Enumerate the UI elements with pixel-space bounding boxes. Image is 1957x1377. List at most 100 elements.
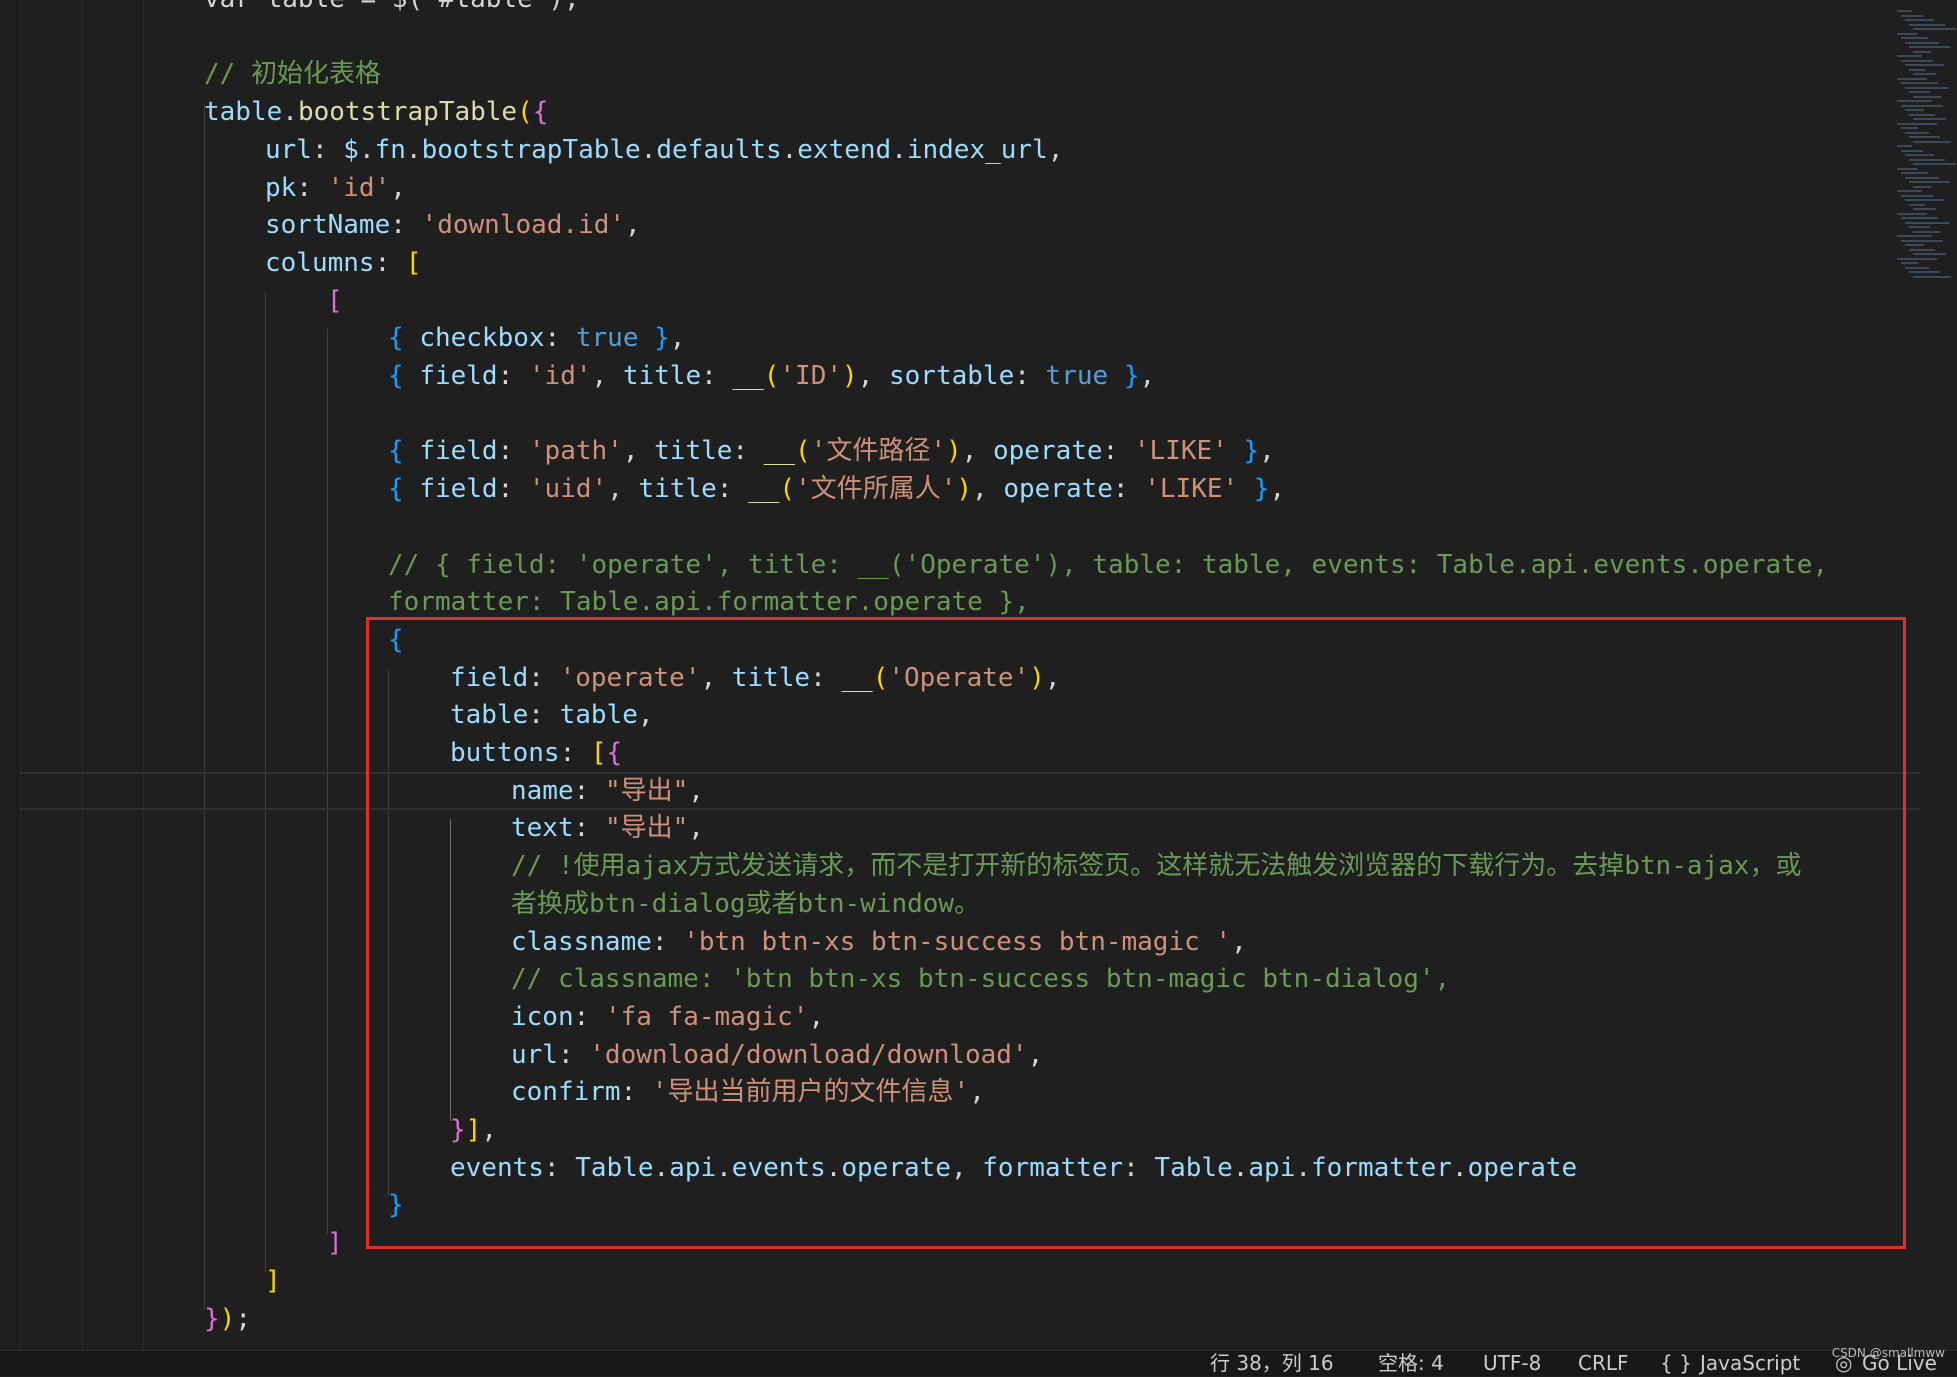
code-token: '文件路径' <box>810 436 947 467</box>
code-line[interactable]: { field: 'path', title: __('文件路径'), oper… <box>388 432 1275 470</box>
encoding-setting[interactable]: UTF-8 <box>1483 1349 1541 1377</box>
code-token: $ <box>343 134 359 165</box>
code-token: : <box>732 436 764 467</box>
code-token: { <box>532 97 549 128</box>
code-token: , <box>607 474 639 505</box>
minimap-line <box>1897 257 1937 260</box>
code-token: pk <box>265 172 297 203</box>
code-line[interactable]: table.bootstrapTable({ <box>204 93 548 131</box>
code-token: defaults <box>656 134 782 165</box>
cursor-position[interactable]: 行 38，列 16 <box>1210 1349 1334 1377</box>
code-token: var table = $("#table"); <box>204 0 580 14</box>
minimap-line <box>1909 271 1940 273</box>
code-token: . <box>891 134 907 165</box>
language-braces-icon: { } <box>1660 1351 1692 1375</box>
minimap-line <box>1897 212 1927 215</box>
code-line[interactable]: sortName: 'download.id', <box>265 206 641 244</box>
indent-guide-level2 <box>143 0 144 1350</box>
code-token: : <box>544 323 576 354</box>
code-line[interactable]: }); <box>204 1300 251 1338</box>
indentation-setting[interactable]: 空格: 4 <box>1378 1349 1444 1377</box>
code-line[interactable]: { checkbox: true }, <box>388 319 685 357</box>
code-token: : <box>1112 474 1145 505</box>
code-token: fn <box>374 134 406 165</box>
code-token: index_url <box>906 134 1048 165</box>
minimap-line <box>1913 50 1931 53</box>
code-line[interactable]: columns: [ <box>265 244 422 282</box>
minimap-line <box>1905 86 1949 89</box>
code-token: , <box>961 436 993 467</box>
code-token: operate <box>992 436 1103 467</box>
code-token: , <box>669 323 686 354</box>
code-token: formatter: Table.api.formatter.operate }… <box>388 587 1030 618</box>
code-line[interactable]: // { field: 'operate', title: __('Operat… <box>388 546 1828 584</box>
code-line[interactable]: ] <box>265 1262 281 1300</box>
code-token: 'LIKE' <box>1144 474 1239 505</box>
code-token: { <box>388 323 420 354</box>
minimap-line <box>1905 176 1939 179</box>
minimap[interactable] <box>1887 0 1957 300</box>
code-token: : <box>497 474 529 505</box>
code-token: { <box>388 436 420 467</box>
code-token: columns <box>265 247 375 278</box>
minimap-line <box>1905 199 1944 201</box>
code-token: // 初始化表格 <box>204 59 381 90</box>
watermark: CSDN @smallmww <box>1831 1346 1945 1360</box>
minimap-line <box>1901 59 1933 62</box>
code-token: : <box>497 361 529 391</box>
code-token: url <box>265 134 312 165</box>
language-mode[interactable]: JavaScript <box>1700 1349 1800 1377</box>
indent-guide-root <box>20 0 21 1350</box>
code-token: { <box>388 361 420 391</box>
minimap-line <box>1913 253 1946 255</box>
minimap-line <box>1897 145 1912 147</box>
code-token: : <box>1014 361 1046 391</box>
code-token: : <box>701 361 733 391</box>
status-bar: 行 38，列 16 空格: 4 UTF-8 CRLF { } JavaScrip… <box>0 1350 1957 1376</box>
code-token: true <box>1045 361 1109 391</box>
code-token: } <box>638 323 670 354</box>
code-token: __ <box>732 361 764 391</box>
code-line[interactable]: url: $.fn.bootstrapTable.defaults.extend… <box>265 131 1063 169</box>
minimap-line <box>1897 55 1922 57</box>
eol-setting[interactable]: CRLF <box>1578 1349 1629 1377</box>
code-token: ( <box>779 474 796 505</box>
code-token: , <box>390 172 406 203</box>
minimap-line <box>1901 104 1943 107</box>
minimap-line <box>1897 32 1917 35</box>
code-line[interactable]: formatter: Table.api.formatter.operate }… <box>388 583 1030 621</box>
code-token: title <box>622 361 702 391</box>
code-token: checkbox <box>419 323 545 354</box>
code-token: ( <box>795 436 811 467</box>
code-line[interactable]: ] <box>327 1224 343 1262</box>
code-line[interactable]: [ <box>327 282 343 320</box>
code-token: 'uid' <box>528 474 608 505</box>
code-token: . <box>640 134 657 165</box>
code-token: extend <box>797 134 892 165</box>
minimap-line <box>1901 14 1923 17</box>
minimap-line <box>1901 37 1928 39</box>
code-token: title <box>638 474 717 505</box>
minimap-line <box>1909 248 1935 251</box>
minimap-line <box>1909 46 1950 48</box>
code-line[interactable]: { field: 'uid', title: __('文件所属人'), oper… <box>388 470 1285 508</box>
code-token: { <box>388 474 420 505</box>
code-editor[interactable]: var table = $("#table"); // 初始化表格table.bo… <box>0 0 1957 1350</box>
code-token: , <box>625 210 641 241</box>
code-line[interactable]: var table = $("#table"); <box>204 0 580 18</box>
code-line[interactable]: { field: 'id', title: __('ID'), sortable… <box>388 357 1155 395</box>
minimap-line <box>1905 41 1939 44</box>
code-line[interactable]: pk: 'id', <box>265 169 406 207</box>
minimap-line <box>1897 235 1932 237</box>
minimap-line <box>1909 23 1945 26</box>
code-token: 'id' <box>327 172 391 203</box>
code-token: __ <box>763 436 796 467</box>
code-token: 'id' <box>528 361 592 391</box>
minimap-line <box>1913 28 1956 30</box>
code-line[interactable]: // 初始化表格 <box>204 55 381 93</box>
code-token: . <box>282 97 298 128</box>
code-token: , <box>1259 436 1275 467</box>
minimap-line <box>1901 262 1918 264</box>
minimap-line <box>1905 266 1929 269</box>
minimap-line <box>1913 118 1946 120</box>
